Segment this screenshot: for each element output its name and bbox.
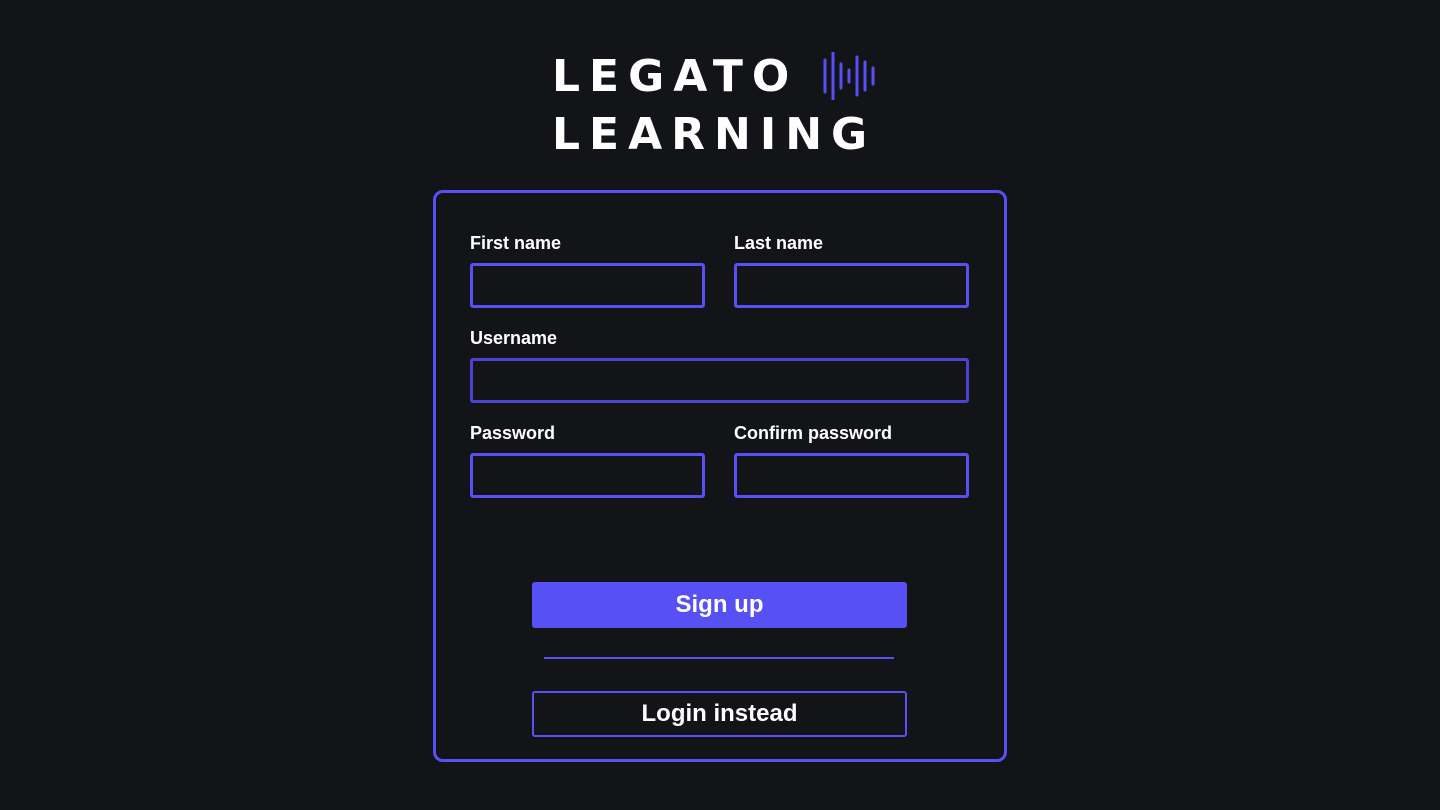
signup-button[interactable]: Sign up — [532, 582, 907, 628]
password-label: Password — [470, 423, 556, 443]
first-name-input[interactable] — [470, 263, 705, 308]
username-label: Username — [470, 328, 558, 348]
sound-wave-icon — [823, 52, 875, 100]
last-name-input[interactable] — [734, 263, 969, 308]
divider — [544, 657, 894, 659]
brand-logo: LEGATO LEARNING — [552, 52, 892, 162]
password-input[interactable] — [470, 453, 705, 498]
confirm-password-label: Confirm password — [734, 423, 893, 443]
brand-name-line-1: LEGATO — [552, 51, 799, 102]
first-name-label: First name — [470, 233, 562, 253]
login-instead-button[interactable]: Login instead — [532, 691, 907, 737]
username-input[interactable] — [470, 358, 969, 403]
brand-name-line-2: LEARNING — [552, 109, 877, 160]
confirm-password-input[interactable] — [734, 453, 969, 498]
last-name-label: Last name — [734, 233, 824, 253]
